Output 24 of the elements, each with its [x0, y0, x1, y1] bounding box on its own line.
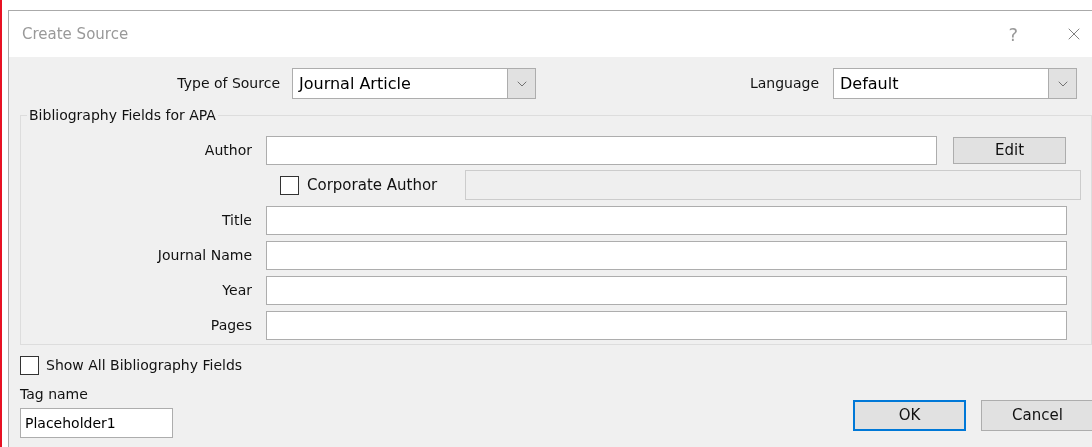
text-field[interactable]	[266, 206, 1067, 235]
edit-button[interactable]: Edit	[953, 137, 1066, 164]
text-field[interactable]	[266, 241, 1067, 270]
field-label: Language	[748, 74, 820, 93]
cancel-button[interactable]: Cancel	[981, 399, 1092, 431]
text-field[interactable]	[266, 276, 1067, 305]
ok-button[interactable]: OK	[853, 399, 966, 431]
dropdown[interactable]: Journal Article	[292, 68, 536, 99]
field-label: Journal Name	[156, 246, 253, 265]
window-title: Create Source	[22, 23, 130, 45]
checkbox-label: Corporate Author	[307, 174, 439, 196]
author-field[interactable]	[266, 136, 937, 165]
dropdown[interactable]: Default	[833, 68, 1077, 99]
checkbox[interactable]	[20, 356, 39, 375]
field-label: Type of Source	[176, 74, 281, 93]
field-label: Pages	[209, 316, 253, 335]
field-label: Tag name	[20, 385, 89, 404]
checkbox-label: Show All Bibliography Fields	[46, 356, 243, 375]
tag-name-field[interactable]: Placeholder1	[20, 408, 173, 438]
field-label: Author	[203, 141, 253, 160]
field-label: Title	[221, 211, 253, 230]
text-field[interactable]	[266, 311, 1067, 340]
field-label: Year	[221, 281, 253, 300]
checkbox[interactable]	[280, 175, 299, 195]
